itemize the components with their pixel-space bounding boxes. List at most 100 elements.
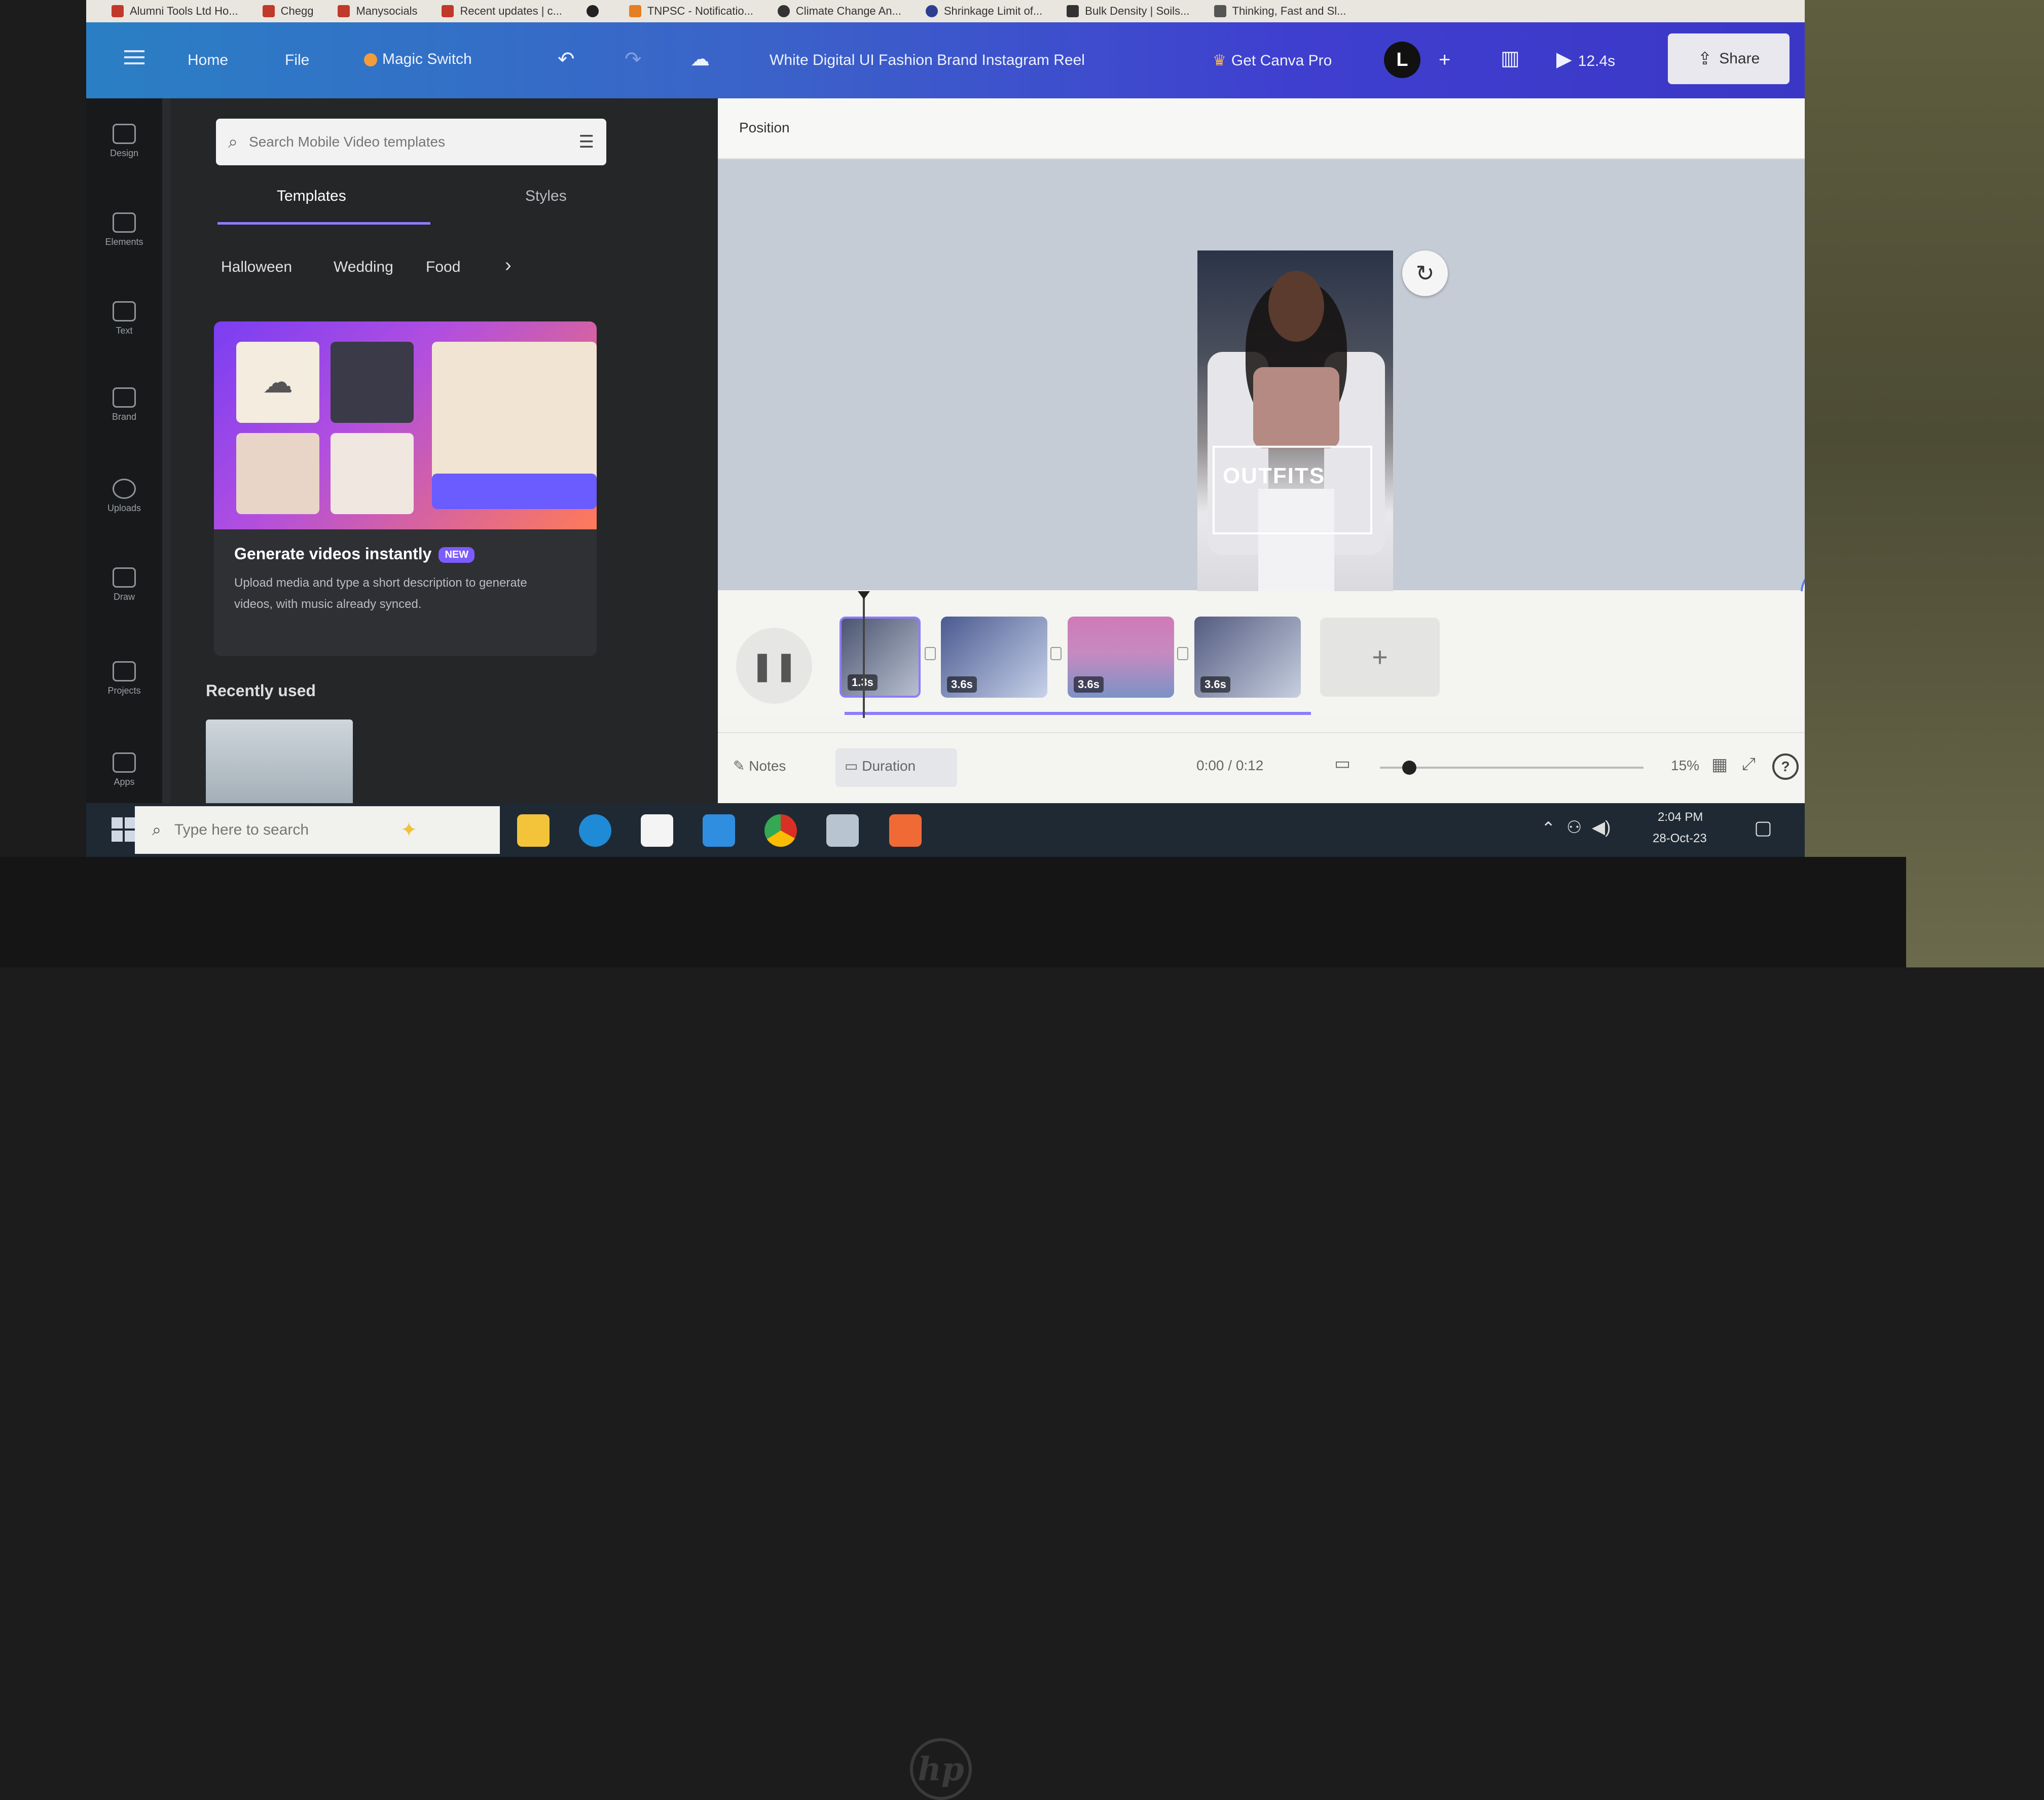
chip-wedding[interactable]: Wedding — [334, 259, 393, 276]
bookmark[interactable]: Recent updates | c... — [442, 5, 562, 18]
rail-item-uploads[interactable]: Uploads — [96, 479, 152, 514]
mail-icon[interactable] — [703, 814, 735, 847]
rail-scrollbar[interactable] — [162, 98, 170, 803]
chevron-up-icon[interactable]: ⌃ — [1541, 818, 1556, 839]
bookmark-icon — [1067, 5, 1079, 17]
design-page[interactable]: OUTFITS — [1197, 250, 1393, 600]
page-view-icon[interactable]: ▭ — [1334, 753, 1350, 774]
add-clip-button[interactable]: + — [1320, 618, 1440, 697]
avatar[interactable]: L — [1384, 42, 1420, 78]
brand-icon — [113, 387, 136, 408]
volume-icon[interactable]: ◀) — [1592, 817, 1611, 838]
timeline-clip[interactable]: 1.3s — [840, 617, 921, 698]
cloud-upload-icon — [113, 479, 136, 499]
add-collaborator-button[interactable]: + — [1439, 49, 1450, 71]
editor-topbar: Home File Magic Switch ↶ ↷ ☁ White Digit… — [86, 22, 1805, 98]
rail-item-apps[interactable]: Apps — [96, 752, 152, 787]
github-icon — [586, 5, 599, 17]
generate-videos-card[interactable]: ☁ Generate videos instantly NEW Upload me… — [214, 321, 597, 656]
taskbar-clock[interactable]: 2:04 PM — [1658, 810, 1703, 824]
position-button[interactable]: Position — [739, 120, 790, 136]
app-icon[interactable] — [826, 814, 859, 847]
insights-icon[interactable]: ▥ — [1501, 47, 1520, 70]
folder-icon — [113, 661, 136, 681]
network-icon[interactable]: ⚇ — [1566, 817, 1582, 838]
timeline-clip[interactable]: 3.6s — [941, 617, 1047, 698]
text-frame[interactable] — [1213, 446, 1372, 534]
chrome-icon[interactable] — [764, 814, 797, 847]
elements-icon — [113, 212, 136, 233]
design-icon — [113, 124, 136, 144]
playhead[interactable] — [863, 591, 865, 718]
bookmark[interactable]: Climate Change An... — [777, 5, 901, 18]
bookmark-icon — [442, 5, 454, 17]
search-input[interactable] — [248, 133, 569, 151]
bookmark[interactable]: Chegg — [262, 5, 313, 18]
redo-icon[interactable]: ↷ — [625, 48, 642, 71]
menu-icon[interactable] — [124, 50, 144, 64]
bookmark[interactable]: Thinking, Fast and Sl... — [1214, 5, 1346, 18]
play-button[interactable]: ▶ 12.4s — [1556, 48, 1615, 71]
bookmark[interactable]: Shrinkage Limit of... — [925, 5, 1042, 18]
refresh-icon[interactable]: ↻ — [1402, 250, 1448, 296]
fullscreen-icon[interactable]: ⤢ — [1742, 754, 1756, 774]
filter-icon[interactable]: ☰ — [579, 132, 594, 152]
pencil-icon: ✎ — [733, 758, 745, 774]
taskbar-search: ⌕ ✦ — [135, 806, 500, 854]
bookmark[interactable] — [586, 5, 605, 17]
cloud-save-icon[interactable]: ☁ — [690, 48, 710, 70]
template-search: ⌕ ☰ — [216, 119, 606, 165]
start-tile — [125, 817, 136, 829]
rail-item-draw[interactable]: Draw — [96, 567, 152, 602]
rail-item-brand[interactable]: Brand — [96, 387, 152, 422]
pause-button[interactable]: ❚❚ — [736, 628, 812, 704]
playhead-handle[interactable] — [858, 591, 870, 599]
background-wall — [1805, 0, 2044, 967]
zoom-slider[interactable] — [1380, 767, 1644, 769]
search-icon: ⌕ — [152, 820, 161, 839]
store-icon[interactable] — [641, 814, 673, 847]
taskbar-search-input[interactable] — [173, 821, 388, 839]
timeline-clip[interactable]: 3.6s — [1194, 617, 1301, 698]
bookmark[interactable]: Manysocials — [338, 5, 417, 18]
canvas-area: OUTFITS ↻ ✦ — [718, 159, 1805, 618]
card-title: Generate videos instantly NEW — [234, 545, 475, 563]
help-icon[interactable]: ? — [1772, 753, 1799, 780]
transition-icon[interactable] — [1050, 647, 1062, 660]
taskbar-date[interactable]: 28-Oct-23 — [1653, 832, 1707, 846]
bookmark[interactable]: Alumni Tools Ltd Ho... — [112, 5, 238, 18]
rail-item-elements[interactable]: Elements — [96, 212, 152, 247]
rail-item-text[interactable]: Text — [96, 301, 152, 336]
rail-item-design[interactable]: Design — [96, 124, 152, 159]
windows-start-icon[interactable] — [112, 817, 137, 843]
notes-button[interactable]: ✎ Notes — [733, 758, 786, 774]
tab-templates[interactable]: Templates — [277, 188, 346, 205]
bookmark[interactable]: TNPSC - Notificatio... — [629, 5, 753, 18]
app-icon[interactable] — [889, 814, 922, 847]
zoom-level[interactable]: 15% — [1671, 758, 1699, 774]
file-explorer-icon[interactable] — [517, 814, 550, 847]
document-title[interactable]: White Digital UI Fashion Brand Instagram… — [770, 52, 1085, 69]
transition-icon[interactable] — [925, 647, 936, 660]
zoom-slider-handle[interactable] — [1402, 761, 1416, 775]
chevron-right-icon[interactable]: › — [505, 255, 512, 276]
chip-halloween[interactable]: Halloween — [221, 259, 292, 276]
file-menu[interactable]: File — [285, 52, 309, 69]
share-button[interactable]: ⇪ Share — [1668, 33, 1790, 84]
recent-design-thumbnail[interactable] — [206, 719, 353, 803]
magic-switch-button[interactable]: Magic Switch — [364, 51, 472, 68]
notification-icon[interactable]: ▢ — [1754, 816, 1772, 839]
undo-icon[interactable]: ↶ — [558, 48, 575, 71]
grid-view-icon[interactable]: ▦ — [1711, 754, 1728, 775]
chip-food[interactable]: Food — [426, 259, 460, 276]
rail-item-projects[interactable]: Projects — [96, 661, 152, 696]
home-button[interactable]: Home — [188, 52, 228, 69]
timeline-clip[interactable]: 3.6s — [1068, 617, 1174, 698]
bookmark[interactable]: Bulk Density | Soils... — [1067, 5, 1190, 18]
transition-icon[interactable] — [1177, 647, 1188, 660]
tab-styles[interactable]: Styles — [525, 188, 567, 205]
get-pro-button[interactable]: ♛ Get Canva Pro — [1213, 52, 1332, 69]
edge-icon[interactable] — [579, 814, 611, 847]
design-title[interactable]: OUTFITS — [1223, 463, 1325, 489]
model-image — [1253, 367, 1339, 448]
